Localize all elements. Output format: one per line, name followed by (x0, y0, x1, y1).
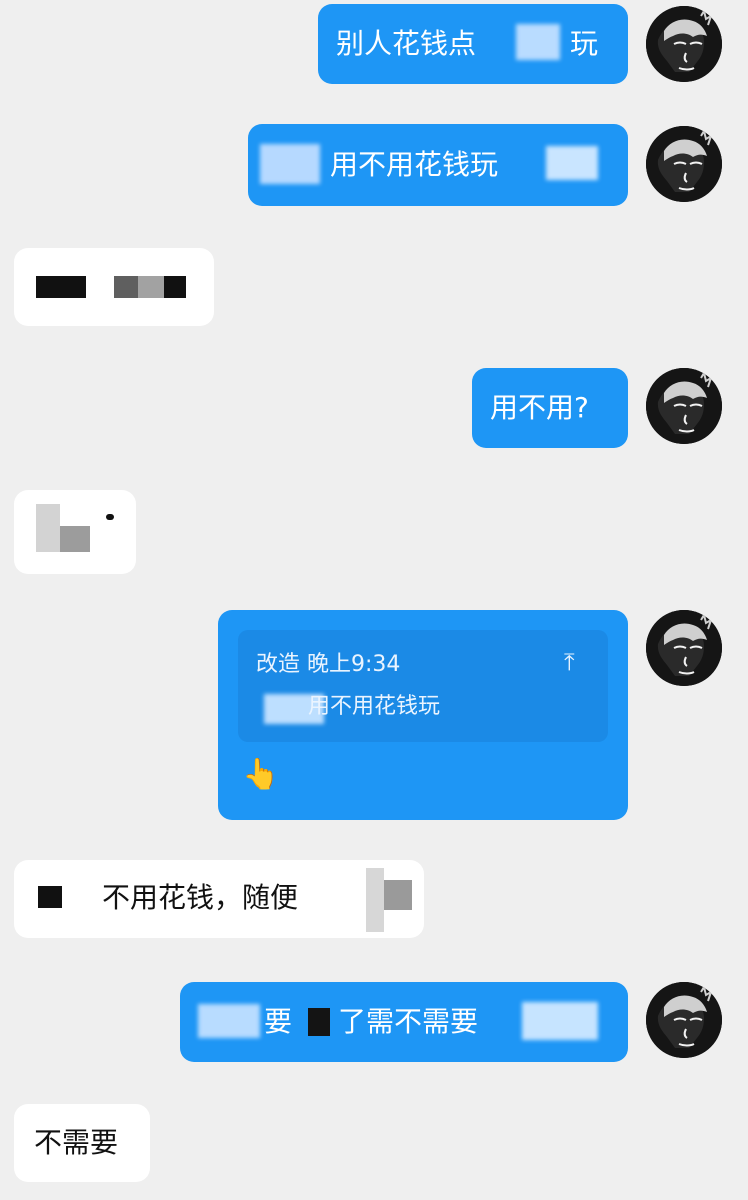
pointing-up-emoji: 👆 (242, 757, 280, 792)
censor-mosaic (198, 1004, 260, 1038)
quoted-message-meta: 改造 晚上9:34 (256, 652, 401, 677)
censor-block (366, 868, 384, 932)
avatar-icon[interactable] (646, 610, 722, 686)
quoted-message-card[interactable]: 改造 晚上9:34 ⤒ 用不用花钱玩 (238, 630, 608, 742)
avatar-icon[interactable] (646, 368, 722, 444)
message-bubble[interactable] (14, 490, 136, 574)
censor-block (308, 1008, 330, 1036)
censor-block (106, 514, 114, 520)
censor-block (38, 886, 62, 908)
message-bubble[interactable]: 不需要 (14, 1104, 150, 1182)
avatar-icon[interactable] (646, 6, 722, 82)
message-text: 不需要 (34, 1126, 119, 1159)
message-text: 用不用? (490, 391, 589, 424)
message-bubble[interactable]: 用不用? (472, 368, 628, 448)
message-text-part-b: 了需不需要 (338, 1005, 479, 1038)
message-bubble[interactable]: 改造 晚上9:34 ⤒ 用不用花钱玩 👆 (218, 610, 628, 820)
jump-to-message-icon[interactable]: ⤒ (564, 650, 575, 674)
message-text: 不用花钱，随便 (102, 881, 299, 914)
avatar-icon[interactable] (646, 982, 722, 1058)
censor-mosaic (546, 146, 598, 180)
censor-block (60, 526, 90, 552)
quoted-message-text: 用不用花钱玩 (308, 694, 441, 719)
censor-mosaic (516, 24, 560, 60)
message-text: 用不用花钱玩 (330, 148, 499, 181)
censor-block (36, 504, 60, 552)
message-bubble[interactable]: 要 了需不需要 (180, 982, 628, 1062)
message-text-part-a: 要 (264, 1005, 293, 1038)
avatar-icon[interactable] (646, 126, 722, 202)
censor-block (138, 276, 164, 298)
message-text-tail: 玩 (570, 27, 599, 60)
message-bubble[interactable]: 用不用花钱玩 (248, 124, 628, 206)
message-bubble[interactable]: 别人花钱点 玩 (318, 4, 628, 84)
message-text: 别人花钱点 (336, 27, 477, 60)
censor-block (114, 276, 138, 298)
censor-block (384, 880, 412, 910)
censor-block (36, 276, 86, 298)
message-bubble[interactable] (14, 248, 214, 326)
censor-mosaic (260, 144, 320, 184)
censor-mosaic (522, 1002, 598, 1040)
message-bubble[interactable]: 不用花钱，随便 (14, 860, 424, 938)
chat-view: 别人花钱点 玩 用不用花钱玩 用不用? 改造 晚上9:34 ⤒ 用不用花钱玩 👆… (0, 0, 748, 1200)
censor-block (164, 276, 186, 298)
